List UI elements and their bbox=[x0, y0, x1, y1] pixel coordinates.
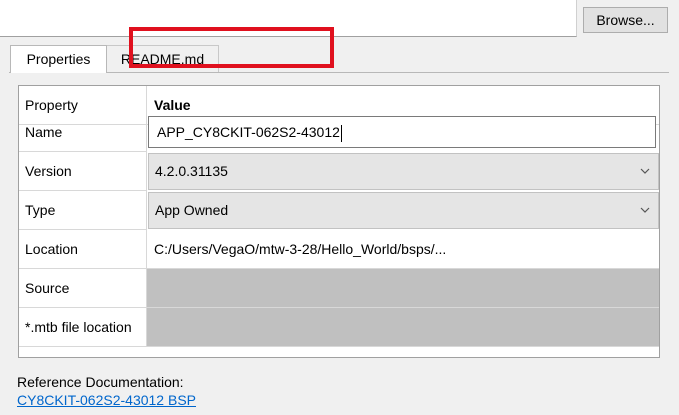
type-dropdown-value: App Owned bbox=[155, 202, 229, 218]
type-dropdown[interactable]: App Owned bbox=[148, 192, 659, 229]
properties-grid: Property Value Name APP_CY8CKIT-062S2-43… bbox=[18, 85, 660, 358]
source-value-disabled bbox=[147, 269, 659, 308]
mtb-location-value-disabled bbox=[147, 308, 659, 347]
location-value[interactable]: C:/Users/VegaO/mtw-3-28/Hello_World/bsps… bbox=[147, 230, 659, 269]
table-row-name: Name APP_CY8CKIT-062S2-43012 bbox=[19, 113, 659, 152]
reference-doc-link[interactable]: CY8CKIT-062S2-43012 BSP bbox=[17, 392, 196, 408]
row-label-source: Source bbox=[19, 269, 147, 308]
tab-properties[interactable]: Properties bbox=[10, 45, 107, 73]
reference-doc-label: Reference Documentation: bbox=[17, 374, 184, 390]
path-field[interactable] bbox=[0, 0, 577, 37]
table-row-mtb-location: *.mtb file location bbox=[19, 308, 659, 347]
row-label-name: Name bbox=[19, 113, 147, 152]
tab-readme[interactable]: README.md bbox=[107, 45, 219, 72]
table-row-location: Location C:/Users/VegaO/mtw-3-28/Hello_W… bbox=[19, 230, 659, 269]
browse-button[interactable]: Browse... bbox=[583, 7, 668, 33]
row-label-location: Location bbox=[19, 230, 147, 269]
chevron-down-icon bbox=[640, 168, 650, 174]
table-row-type: Type App Owned bbox=[19, 191, 659, 230]
chevron-down-icon bbox=[640, 207, 650, 213]
version-dropdown[interactable]: 4.2.0.31135 bbox=[148, 153, 659, 190]
name-input[interactable]: APP_CY8CKIT-062S2-43012 bbox=[148, 116, 656, 148]
version-dropdown-value: 4.2.0.31135 bbox=[155, 163, 228, 179]
table-row-source: Source bbox=[19, 269, 659, 308]
row-label-type: Type bbox=[19, 191, 147, 230]
table-row-version: Version 4.2.0.31135 bbox=[19, 152, 659, 191]
text-caret bbox=[340, 124, 342, 142]
row-label-mtb-location: *.mtb file location bbox=[19, 308, 147, 347]
name-input-value: APP_CY8CKIT-062S2-43012 bbox=[157, 124, 342, 142]
row-label-version: Version bbox=[19, 152, 147, 191]
